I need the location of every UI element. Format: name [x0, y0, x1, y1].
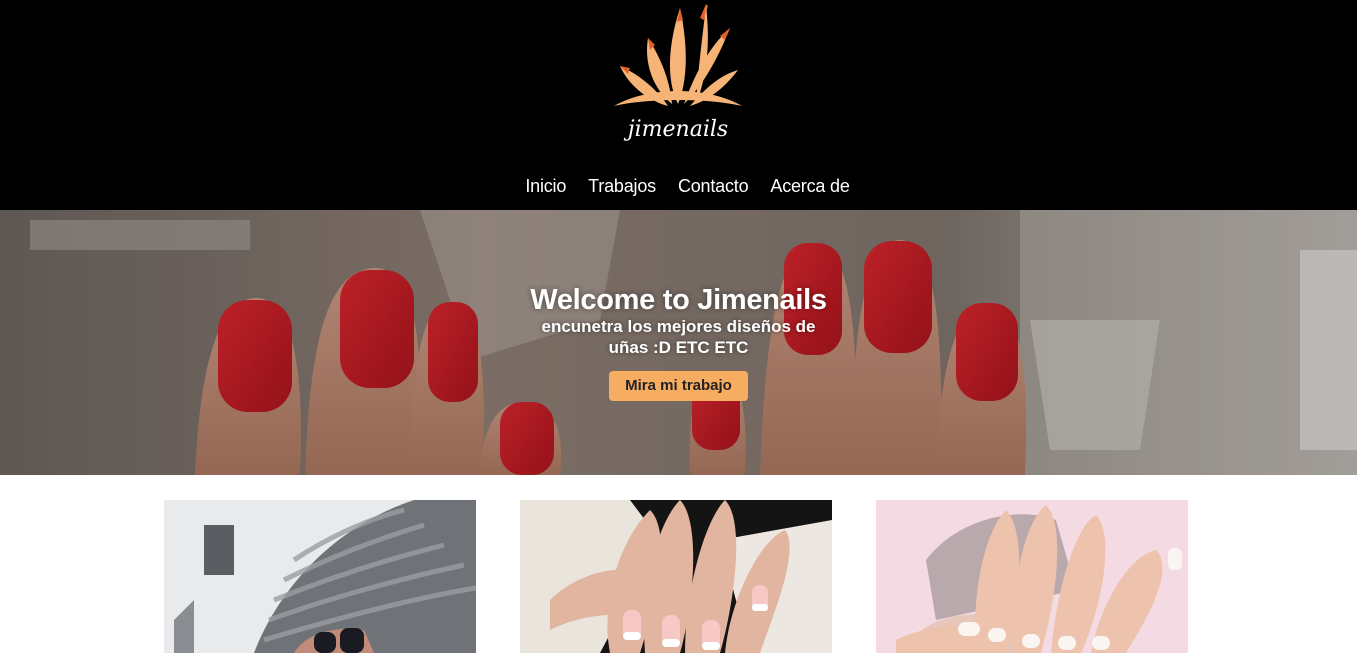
nail-photo-french-pink-icon [520, 500, 832, 653]
hero-subtitle: encunetra los mejores diseños de uñas :D… [541, 317, 816, 357]
jimenails-logo[interactable]: jimenails [608, 0, 748, 150]
logo-icon: jimenails [614, 4, 742, 142]
main-nav: Inicio Trabajos Contacto Acerca de [0, 174, 1357, 198]
gallery-card[interactable] [520, 500, 832, 653]
nav-item-inicio[interactable]: Inicio [525, 174, 566, 198]
view-work-button[interactable]: Mira mi trabajo [609, 371, 748, 401]
nail-photo-dark-glitter-icon [164, 500, 476, 653]
nav-item-trabajos[interactable]: Trabajos [588, 174, 656, 198]
nav-item-contacto[interactable]: Contacto [678, 174, 749, 198]
logo-wordmark: jimenails [623, 117, 728, 142]
hero-banner: Welcome to Jimenails encunetra los mejor… [0, 210, 1357, 475]
nav-item-acerca-de[interactable]: Acerca de [770, 174, 849, 198]
gallery-card[interactable] [164, 500, 476, 653]
hero-title: Welcome to Jimenails [530, 284, 827, 316]
nail-photo-white-pastel-icon [876, 500, 1188, 653]
site-header: jimenails Inicio Trabajos Contacto Acerc… [0, 0, 1357, 210]
gallery-card[interactable] [876, 500, 1188, 653]
hero-content: Welcome to Jimenails encunetra los mejor… [0, 284, 1357, 401]
gallery-cards [164, 500, 1188, 653]
